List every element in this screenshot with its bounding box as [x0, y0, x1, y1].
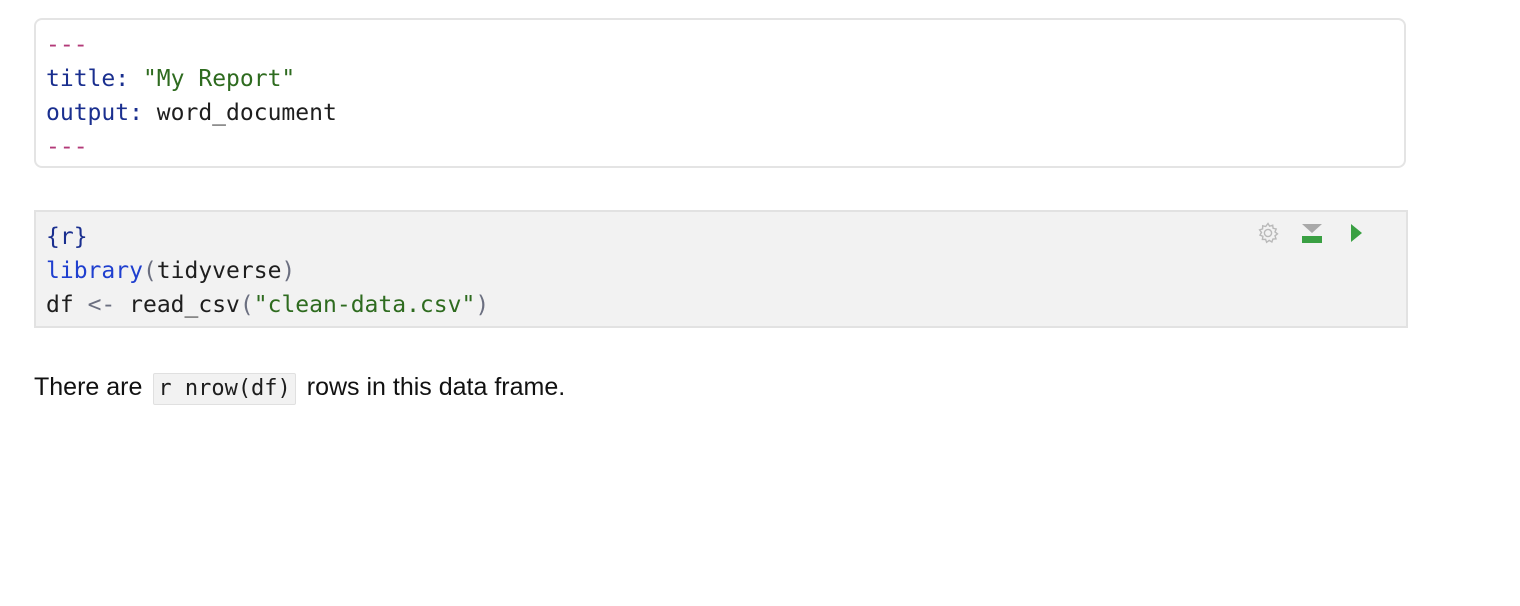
prose-text-after: rows in this data frame. — [306, 373, 566, 401]
library-function: library — [46, 258, 143, 284]
inline-r-code: r nrow(df) — [153, 373, 296, 405]
yaml-output-key: output: — [46, 100, 143, 126]
close-paren: ) — [281, 258, 296, 284]
chunk-line-library: library(tidyverse) — [46, 254, 1406, 288]
close-paren: ) — [475, 292, 490, 318]
prose-text-before: There are — [34, 373, 143, 401]
open-paren: ( — [239, 292, 254, 318]
chunk-line-read-csv: df <- read_csv("clean-data.csv") — [46, 288, 1406, 322]
run-previous-chunks-button[interactable] — [1300, 221, 1324, 245]
read-csv-function: read_csv — [129, 292, 240, 318]
r-code-chunk[interactable]: {r} library(tidyverse) df <- read_csv("c… — [34, 210, 1408, 328]
assign-operator: <- — [87, 292, 116, 318]
yaml-header-block[interactable]: --- title: "My Report" output: word_docu… — [34, 18, 1406, 168]
chunk-toolbar — [1256, 218, 1368, 248]
yaml-title-line: title: "My Report" — [46, 62, 1404, 96]
run-previous-chunks-icon — [1302, 224, 1322, 243]
gear-icon — [1258, 222, 1279, 244]
play-icon — [1351, 224, 1362, 242]
yaml-output-value: word_document — [156, 100, 337, 126]
read-csv-argument: "clean-data.csv" — [253, 292, 476, 318]
variable-name: df — [46, 292, 74, 318]
yaml-close-delimiter: --- — [46, 134, 88, 160]
run-chunk-button[interactable] — [1344, 221, 1368, 245]
yaml-title-key: title: — [46, 66, 130, 92]
yaml-title-value: "My Report" — [142, 66, 296, 92]
chunk-settings-button[interactable] — [1256, 221, 1280, 245]
open-paren: ( — [142, 258, 157, 284]
chunk-header: {r} — [46, 224, 88, 250]
yaml-open-delimiter: --- — [46, 32, 88, 58]
yaml-output-line: output: word_document — [46, 96, 1404, 130]
prose-paragraph: There are r nrow(df) rows in this data f… — [34, 368, 565, 406]
library-argument: tidyverse — [156, 258, 282, 284]
